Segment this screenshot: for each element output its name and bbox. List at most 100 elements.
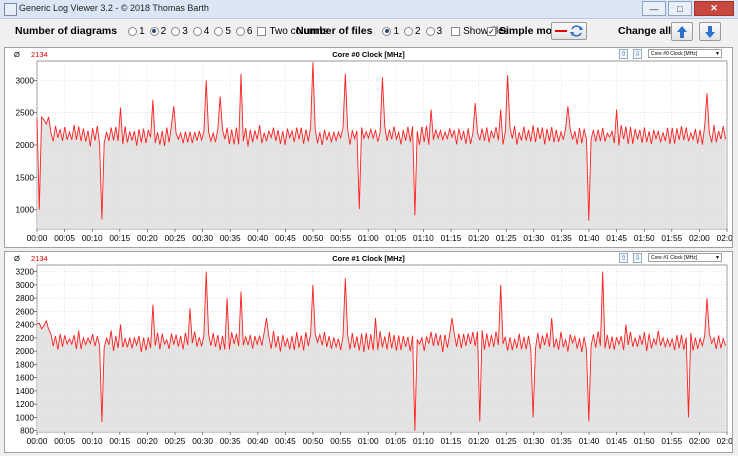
diagrams-radio-2[interactable]: 2 [149, 26, 166, 37]
x-tick-label: 01:45 [606, 233, 627, 243]
window-controls: — □ ✕ [640, 1, 734, 16]
chart-core0: 00:00 00:05 00:10 00:15 00:20 00:25 00:30 00:35… [16, 60, 732, 243]
x-tick-label: 01:30 [523, 233, 544, 243]
radio-icon [214, 26, 224, 36]
diagrams-radio-3[interactable]: 3 [171, 26, 188, 37]
y-tick-label: 1400 [16, 386, 35, 396]
arrow-up-icon [677, 25, 687, 38]
x-tick-label: 00:40 [247, 436, 268, 446]
maximize-button[interactable]: □ [668, 1, 692, 16]
x-tick-label: 00:15 [109, 436, 130, 446]
diagrams-radio-1[interactable]: 1 [128, 26, 145, 37]
x-tick-label: 01:05 [385, 233, 406, 243]
x-tick-label: 00:35 [220, 233, 241, 243]
checkbox-icon [451, 26, 461, 36]
x-tick-label: 02:00 [689, 233, 710, 243]
y-tick-label: 1000 [16, 205, 35, 215]
y-tick-label: 3000 [16, 280, 35, 290]
y-tick-label: 2000 [16, 140, 35, 150]
x-tick-label: 00:20 [137, 233, 158, 243]
x-tick-label: 00:00 [27, 436, 48, 446]
x-tick-label: 01:40 [579, 436, 600, 446]
y-tick-label: 3200 [16, 267, 35, 277]
y-tick-label: 1500 [16, 172, 35, 182]
move-down-all-button[interactable] [699, 22, 721, 41]
x-tick-label: 00:00 [27, 233, 48, 243]
radio-icon [425, 26, 435, 36]
x-tick-label: 02:05 [717, 233, 732, 243]
files-label: Number of files [296, 25, 373, 37]
title-bar: Generic Log Viewer 3.2 - © 2018 Thomas B… [0, 0, 738, 19]
window-title: Generic Log Viewer 3.2 - © 2018 Thomas B… [19, 3, 209, 13]
files-radio-1[interactable]: 1 [382, 26, 399, 37]
line-style-button[interactable] [551, 22, 587, 40]
x-tick-label: 01:20 [468, 233, 489, 243]
x-tick-label: 01:25 [496, 436, 517, 446]
y-tick-label: 2500 [16, 108, 35, 118]
y-tick-label: 2000 [16, 346, 35, 356]
diagrams-label: Number of diagrams [15, 25, 118, 37]
x-tick-label: 00:55 [330, 233, 351, 243]
radio-icon [128, 26, 138, 36]
y-tick-label: 2200 [16, 333, 35, 343]
x-tick-label: 01:10 [413, 233, 434, 243]
x-tick-label: 02:05 [717, 436, 732, 446]
y-tick-label: 2600 [16, 306, 35, 316]
x-tick-label: 02:00 [689, 436, 710, 446]
diagrams-radio-6[interactable]: 6 [235, 26, 252, 37]
radio-icon [235, 26, 245, 36]
arrow-down-icon [705, 25, 715, 38]
checkmark-icon: ✓ [487, 26, 496, 36]
y-tick-label: 800 [20, 426, 34, 436]
x-tick-label: 00:50 [303, 233, 324, 243]
x-tick-label: 01:20 [468, 436, 489, 446]
radio-selected-icon [149, 26, 159, 36]
x-tick-label: 01:10 [413, 436, 434, 446]
line-style-icon [555, 25, 583, 37]
x-tick-label: 01:15 [441, 436, 462, 446]
x-tick-label: 00:05 [54, 233, 75, 243]
x-tick-label: 01:00 [358, 233, 379, 243]
radio-icon [192, 26, 202, 36]
change-all-label: Change all [618, 25, 672, 37]
x-tick-label: 01:05 [385, 436, 406, 446]
app-icon [4, 3, 17, 16]
y-tick-label: 1600 [16, 373, 35, 383]
x-tick-label: 01:40 [579, 233, 600, 243]
x-tick-label: 00:45 [275, 233, 296, 243]
x-tick-label: 01:45 [606, 436, 627, 446]
diagrams-radio-5[interactable]: 5 [214, 26, 231, 37]
x-tick-label: 00:05 [54, 436, 75, 446]
x-tick-label: 00:50 [303, 436, 324, 446]
checkbox-icon [257, 26, 267, 36]
x-tick-label: 00:35 [220, 436, 241, 446]
radio-icon [171, 26, 181, 36]
toolbar: Number of diagrams 1 2 3 4 5 6 Two colum… [0, 19, 738, 46]
x-tick-label: 01:15 [441, 233, 462, 243]
x-tick-label: 01:50 [634, 436, 655, 446]
x-tick-label: 00:40 [247, 233, 268, 243]
chart-panel-core0: Ø 2134 Core #0 Clock [MHz] ⇧ ⇩ Core #0 C… [4, 47, 733, 248]
x-tick-label: 01:00 [358, 436, 379, 446]
diagrams-group: Number of diagrams 1 2 3 4 5 6 Two colum… [15, 25, 333, 37]
x-tick-label: 00:10 [82, 436, 103, 446]
chart-core1: 00:00 00:05 00:10 00:15 00:20 00:25 00:30 00:35… [16, 264, 732, 446]
move-up-all-button[interactable] [671, 22, 693, 41]
x-tick-label: 01:30 [523, 436, 544, 446]
x-tick-label: 00:30 [192, 233, 213, 243]
y-tick-label: 1800 [16, 359, 35, 369]
x-tick-label: 00:55 [330, 436, 351, 446]
x-tick-label: 01:55 [661, 436, 682, 446]
x-tick-label: 01:35 [551, 436, 572, 446]
files-radio-2[interactable]: 2 [404, 26, 421, 37]
minimize-button[interactable]: — [642, 1, 666, 16]
close-button[interactable]: ✕ [694, 1, 734, 16]
radio-selected-icon [382, 26, 392, 36]
y-tick-label: 2800 [16, 293, 35, 303]
files-radio-3[interactable]: 3 [425, 26, 442, 37]
y-tick-label: 1000 [16, 412, 35, 422]
x-tick-label: 00:25 [165, 436, 186, 446]
x-tick-label: 00:25 [165, 233, 186, 243]
diagrams-radio-4[interactable]: 4 [192, 26, 209, 37]
x-tick-label: 00:10 [82, 233, 103, 243]
